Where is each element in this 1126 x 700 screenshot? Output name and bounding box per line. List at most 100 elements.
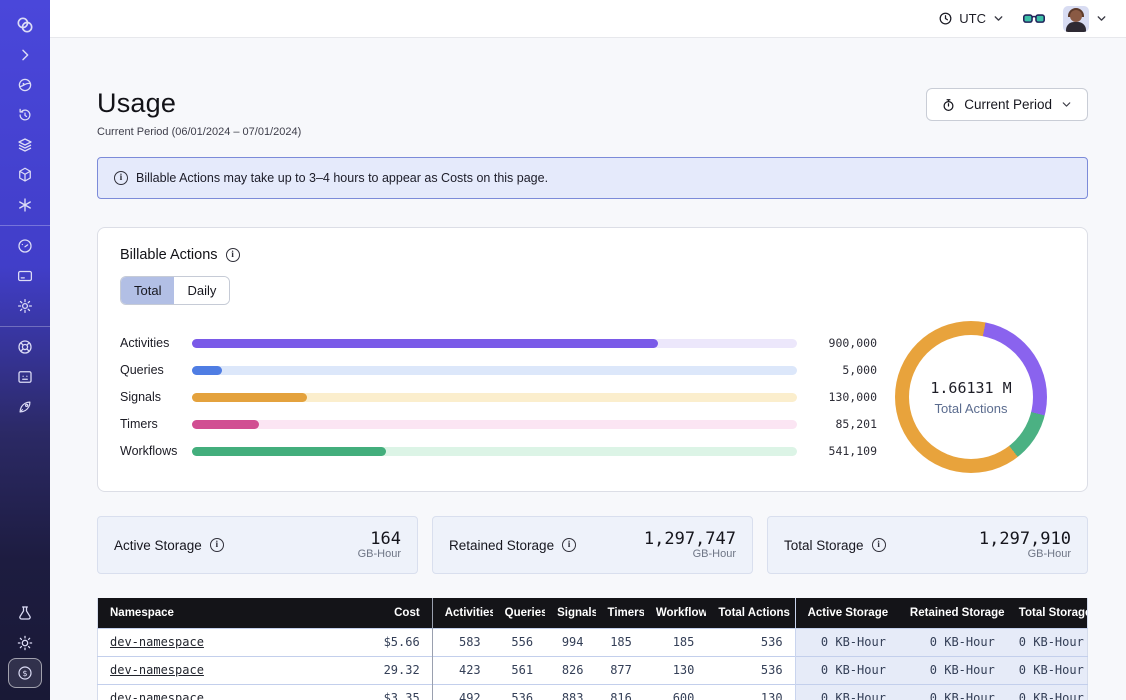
bar-row-queries: Queries5,000 (120, 357, 877, 384)
bar-value: 85,201 (805, 417, 877, 431)
column-header-timers: Timers (596, 598, 644, 628)
table-cell: 130 (644, 656, 707, 684)
clock-icon (938, 11, 953, 26)
bar-fill (192, 339, 658, 348)
table-row: dev-namespace29.324235618268771305360 KB… (98, 656, 1088, 684)
table-cell: 0 KB-Hour (1007, 656, 1088, 684)
info-icon[interactable]: i (226, 248, 240, 262)
storage-card-value: 164 (358, 530, 401, 549)
storage-card-value: 1,297,910 (979, 530, 1071, 549)
bar-row-signals: Signals130,000 (120, 384, 877, 411)
swirl-icon[interactable] (8, 70, 42, 100)
bar-value: 541,109 (805, 444, 877, 458)
page-title: Usage (97, 88, 301, 119)
rocket-icon[interactable] (8, 392, 42, 422)
bar-track (192, 420, 797, 429)
bar-fill (192, 393, 307, 402)
table-cell: 185 (644, 628, 707, 656)
user-avatar (1063, 6, 1089, 32)
chevron-down-icon (1095, 12, 1108, 25)
storage-card-retained-storage: Retained Storage i 1,297,747GB-Hour (432, 516, 753, 574)
info-icon: i (114, 171, 128, 185)
theme-sun-icon[interactable] (8, 628, 42, 658)
namespace-link[interactable]: dev-namespace (110, 635, 204, 649)
support-lifebuoy-icon[interactable] (8, 332, 42, 362)
namespace-usage-table: NamespaceCostActivitiesQueriesSignalsTim… (97, 598, 1088, 700)
table-cell: 556 (493, 628, 545, 656)
table-cell: 561 (493, 656, 545, 684)
bar-track (192, 366, 797, 375)
info-icon[interactable]: i (210, 538, 224, 552)
billable-actions-bar-chart: Activities900,000Queries5,000Signals130,… (120, 330, 877, 465)
collapse-chevron-right-icon[interactable] (8, 40, 42, 70)
column-header-total-storage: Total Storage (1007, 598, 1088, 628)
billing-card-icon[interactable] (8, 261, 42, 291)
billable-actions-tabs: TotalDaily (120, 276, 230, 305)
bar-fill (192, 420, 259, 429)
current-period-subtitle: Current Period (06/01/2024 – 07/01/2024) (97, 126, 301, 138)
usage-dollar-icon[interactable]: $ (8, 658, 42, 688)
table-cell: 826 (545, 656, 595, 684)
timezone-selector[interactable]: UTC (938, 11, 1005, 26)
sidebar-divider (0, 326, 50, 327)
tab-daily[interactable]: Daily (174, 277, 229, 304)
storage-card-value: 1,297,747 (644, 530, 736, 549)
table-cell: 130 (706, 684, 795, 700)
usage-page: Usage Current Period (06/01/2024 – 07/01… (50, 0, 1126, 700)
column-header-total-actions: Total Actions (706, 598, 795, 628)
storage-card-unit: GB-Hour (644, 548, 736, 560)
bar-track (192, 447, 797, 456)
lab-flask-icon[interactable] (8, 598, 42, 628)
user-menu[interactable] (1063, 6, 1108, 32)
info-banner-text: Billable Actions may take up to 3–4 hour… (136, 171, 548, 185)
table-cell: 492 (432, 684, 492, 700)
history-clock-icon[interactable] (8, 100, 42, 130)
table-cell: 0 KB-Hour (795, 656, 898, 684)
namespace-link[interactable]: dev-namespace (110, 691, 204, 700)
cube-icon[interactable] (8, 160, 42, 190)
asterisk-icon[interactable] (8, 190, 42, 220)
table-cell: 185 (596, 628, 644, 656)
namespace-cell: dev-namespace (98, 684, 352, 700)
bar-label: Timers (120, 417, 192, 431)
storage-card-unit: GB-Hour (979, 548, 1071, 560)
storage-card-label: Total Storage (784, 538, 864, 553)
table-row: dev-namespace$3.354925368838166001300 KB… (98, 684, 1088, 700)
table-cell: $3.35 (352, 684, 433, 700)
billable-actions-card: Billable Actions i TotalDaily Activities… (97, 227, 1088, 492)
bar-label: Queries (120, 363, 192, 377)
storage-card-active-storage: Active Storagei164GB-Hour (97, 516, 418, 574)
bar-label: Signals (120, 390, 192, 404)
sidebar-divider (0, 225, 50, 226)
sidebar: $ (0, 0, 50, 700)
period-selector-button[interactable]: Current Period (926, 88, 1088, 121)
bar-value: 900,000 (805, 336, 877, 350)
table-cell: 0 KB-Hour (898, 628, 1007, 656)
info-icon[interactable]: i (872, 538, 886, 552)
tab-total[interactable]: Total (121, 277, 174, 304)
table-cell: 583 (432, 628, 492, 656)
bar-row-activities: Activities900,000 (120, 330, 877, 357)
svg-text:$: $ (22, 668, 27, 678)
column-header-activities: Activities (432, 598, 492, 628)
table-cell: $5.66 (352, 628, 433, 656)
gauge-icon[interactable] (8, 231, 42, 261)
table-cell: 0 KB-Hour (795, 684, 898, 700)
feedback-icon[interactable] (8, 362, 42, 392)
glasses-icon[interactable] (1023, 11, 1045, 27)
storage-card-label: Active Storage (114, 538, 202, 553)
info-icon[interactable]: i (562, 538, 576, 552)
table-cell: 994 (545, 628, 595, 656)
bar-track (192, 393, 797, 402)
layers-icon[interactable] (8, 130, 42, 160)
column-header-retained-storage: Retained Storage (898, 598, 1007, 628)
table-cell: 600 (644, 684, 707, 700)
bar-track (192, 339, 797, 348)
table-cell: 29.32 (352, 656, 433, 684)
temporal-logo-icon[interactable] (8, 10, 42, 40)
table-cell: 423 (432, 656, 492, 684)
namespace-cell: dev-namespace (98, 628, 352, 656)
namespace-link[interactable]: dev-namespace (110, 663, 204, 677)
settings-gear-icon[interactable] (8, 291, 42, 321)
storage-card-label: Retained Storage (449, 538, 554, 553)
